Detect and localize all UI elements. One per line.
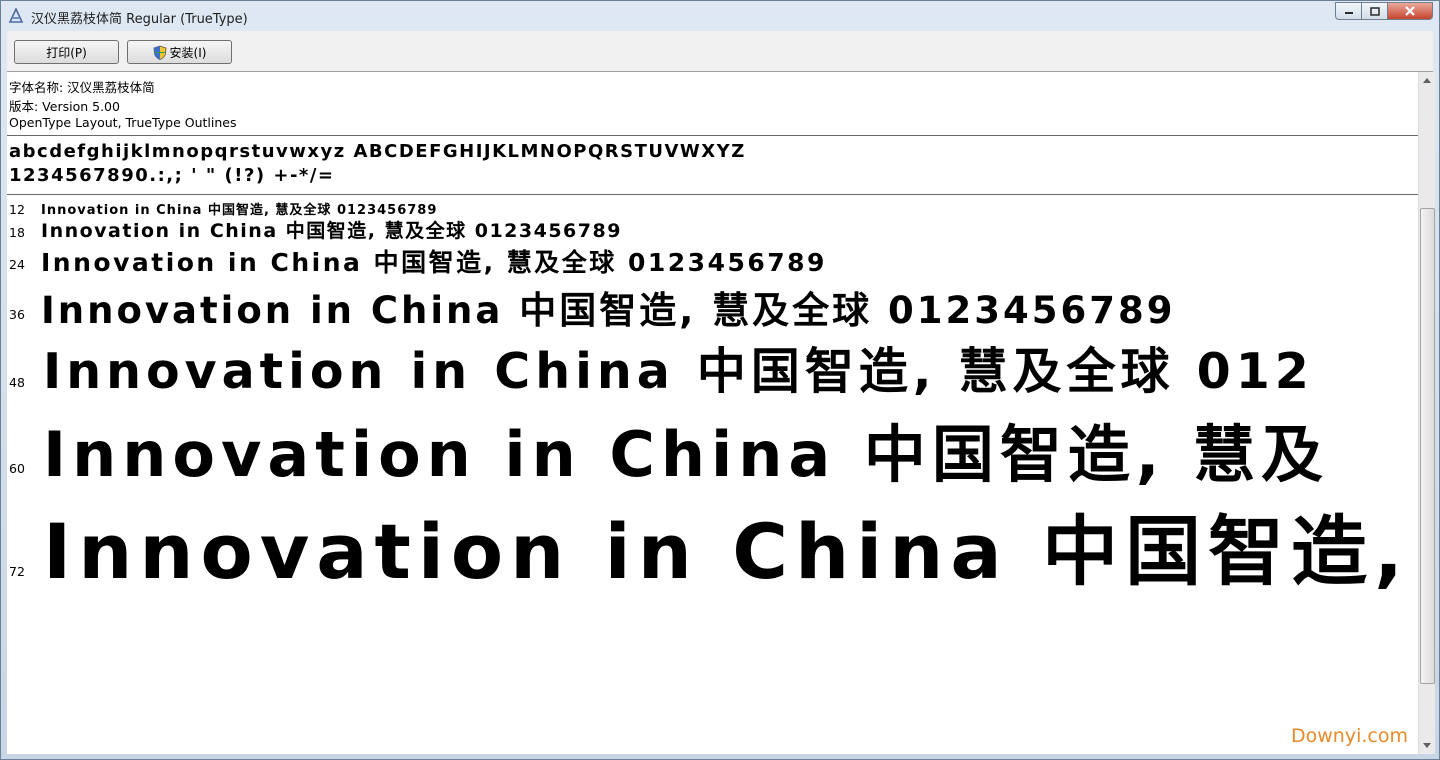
sample-text: Innovation in China 中国智造, 慧及全球 012 (43, 343, 1314, 400)
scroll-thumb[interactable] (1420, 208, 1435, 684)
watermark-text: Downyi.com (1291, 725, 1408, 747)
print-button[interactable]: 打印(P) (14, 40, 119, 64)
install-button[interactable]: 安装(I) (127, 40, 232, 64)
font-file-icon (8, 8, 24, 23)
vertical-scrollbar[interactable] (1418, 72, 1435, 754)
sample-text: Innovation in China 中国智造, (43, 507, 1410, 596)
chevron-up-icon (1423, 78, 1431, 83)
window-controls (1335, 2, 1433, 20)
sample-size-label: 60 (9, 461, 25, 476)
maximize-button[interactable] (1361, 2, 1387, 20)
title-bar[interactable]: 汉仪黑荔枝体简 Regular (TrueType) (1, 1, 1439, 31)
sample-text: Innovation in China 中国智造, 慧及 (43, 418, 1329, 491)
sample-size-label: 72 (9, 564, 25, 579)
sample-size-label: 24 (9, 257, 25, 272)
charset-letters: abcdefghijklmnopqrstuvwxyz ABCDEFGHIJKLM… (9, 141, 746, 162)
minimize-icon (1344, 12, 1353, 14)
sample-size-label: 18 (9, 225, 25, 240)
sample-text: Innovation in China 中国智造, 慧及全球 012345678… (41, 220, 622, 242)
sample-size-label: 12 (9, 202, 25, 217)
uac-shield-icon (153, 45, 166, 60)
window-title: 汉仪黑荔枝体简 Regular (TrueType) (31, 12, 248, 27)
charset-digits: 1234567890.:,; ' " (!?) +-*/= (9, 165, 335, 186)
minimize-button[interactable] (1335, 2, 1361, 20)
scroll-up-button[interactable] (1419, 72, 1435, 89)
close-button[interactable] (1387, 2, 1433, 20)
sample-size-label: 36 (9, 307, 25, 322)
sample-text: Innovation in China 中国智造, 慧及全球 012345678… (41, 289, 1176, 332)
print-button-label: 打印(P) (46, 45, 87, 60)
font-type-line: OpenType Layout, TrueType Outlines (9, 115, 237, 130)
font-viewer-window: 汉仪黑荔枝体简 Regular (TrueType) 打印(P) 安装(I) 字… (0, 0, 1440, 760)
toolbar: 打印(P) 安装(I) (7, 31, 1433, 72)
font-version-line: 版本: Version 5.00 (9, 99, 120, 114)
maximize-icon (1369, 6, 1380, 16)
sample-row-48: 48 Innovation in China 中国智造, 慧及全球 012 (7, 332, 1418, 412)
font-preview-area[interactable]: 字体名称: 汉仪黑荔枝体简 版本: Version 5.00 OpenType … (7, 72, 1418, 754)
sample-row-60: 60 Innovation in China 中国智造, 慧及 (7, 404, 1418, 491)
close-icon (1405, 6, 1415, 16)
scroll-down-button[interactable] (1419, 737, 1435, 754)
sample-row-72: 72 Innovation in China 中国智造, (7, 490, 1418, 596)
sample-text: Innovation in China 中国智造, 慧及全球 012345678… (41, 248, 827, 277)
install-button-label: 安装(I) (169, 45, 207, 60)
chevron-down-icon (1423, 743, 1431, 748)
font-name-line: 字体名称: 汉仪黑荔枝体简 (9, 80, 155, 95)
divider (7, 194, 1418, 195)
sample-size-label: 48 (9, 375, 25, 390)
divider (7, 135, 1418, 136)
